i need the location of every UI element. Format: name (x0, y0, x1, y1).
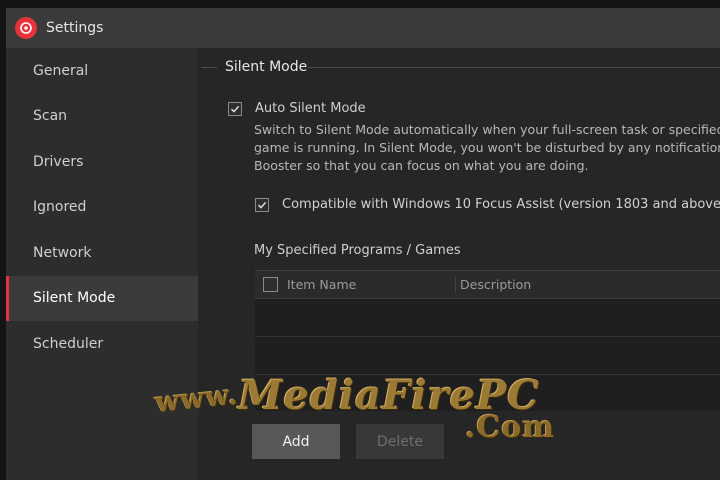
sidebar-item-scan[interactable]: Scan (6, 94, 198, 140)
window-title: Settings (46, 20, 104, 36)
silent-mode-panel: Silent Mode Auto Silent Mode Switch to S… (198, 48, 720, 480)
sidebar-item-drivers[interactable]: Drivers (6, 139, 198, 185)
table-row (255, 337, 720, 375)
delete-button[interactable]: Delete (356, 424, 444, 459)
table-row (255, 299, 720, 337)
column-header-item-name[interactable]: Item Name (287, 277, 455, 292)
section-title: Silent Mode (225, 59, 308, 75)
sidebar-item-general[interactable]: General (6, 48, 198, 94)
column-divider (455, 276, 456, 293)
column-header-description[interactable]: Description (460, 277, 531, 292)
add-button[interactable]: Add (252, 424, 340, 459)
focus-assist-option[interactable]: Compatible with Windows 10 Focus Assist … (255, 197, 720, 212)
focus-assist-checkbox[interactable] (255, 197, 269, 212)
table-header: Item Name Description (255, 271, 720, 299)
auto-silent-mode-checkbox[interactable] (228, 101, 242, 116)
sidebar: General Scan Drivers Ignored Network Sil… (6, 48, 198, 480)
auto-silent-mode-description: Switch to Silent Mode automatically when… (254, 122, 720, 173)
app-logo-icon (15, 17, 37, 39)
section-header: Silent Mode (198, 59, 720, 77)
programs-table: Item Name Description (255, 270, 720, 411)
checkmark-icon (230, 105, 240, 113)
focus-assist-label: Compatible with Windows 10 Focus Assist … (282, 197, 720, 212)
auto-silent-mode-option[interactable]: Auto Silent Mode (228, 101, 366, 116)
sidebar-item-silent-mode[interactable]: Silent Mode (6, 275, 198, 321)
title-bar: Settings (6, 8, 720, 48)
programs-list-label: My Specified Programs / Games (254, 243, 461, 258)
section-divider-right (308, 67, 720, 68)
checkmark-icon (257, 201, 267, 209)
table-row (255, 375, 720, 411)
sidebar-item-network[interactable]: Network (6, 230, 198, 276)
section-divider-left (201, 67, 217, 68)
sidebar-item-ignored[interactable]: Ignored (6, 185, 198, 231)
settings-window: Settings General Scan Drivers Ignored Ne… (6, 8, 720, 480)
select-all-checkbox[interactable] (263, 277, 278, 292)
auto-silent-mode-label: Auto Silent Mode (255, 101, 366, 116)
sidebar-item-scheduler[interactable]: Scheduler (6, 321, 198, 367)
